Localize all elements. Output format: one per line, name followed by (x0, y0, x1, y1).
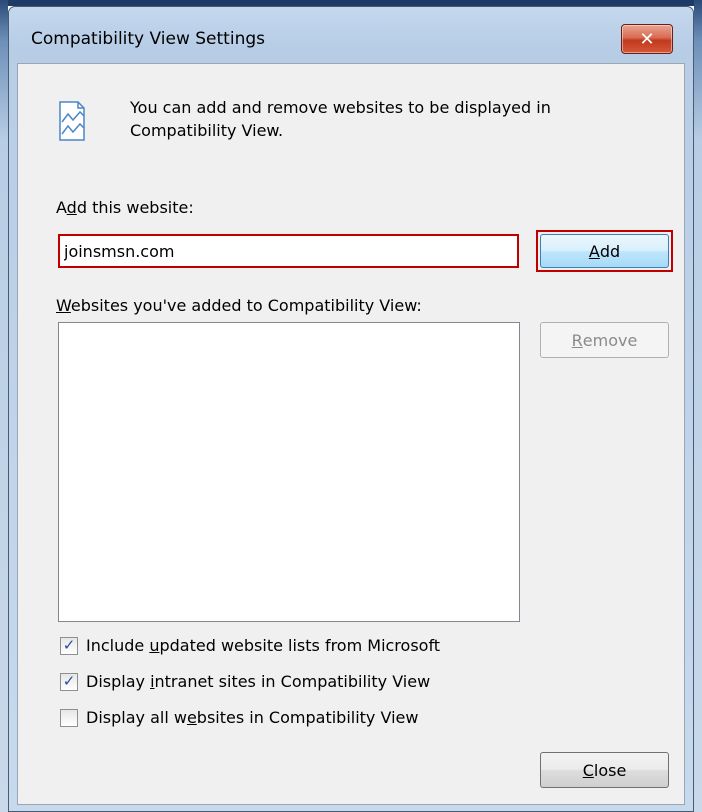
add-button[interactable]: Add (540, 234, 669, 268)
option-label-post: bsites in Compatibility View (196, 708, 419, 727)
option-label: Include updated website lists from Micro… (86, 636, 440, 655)
sites-label-post: ebsites you've added to Compatibility Vi… (70, 296, 422, 315)
option-label: Display intranet sites in Compatibility … (86, 672, 430, 691)
close-window-button[interactable]: ✕ (621, 24, 673, 54)
background-right (694, 0, 702, 812)
option-label-accesskey: e (186, 708, 197, 727)
added-websites-list[interactable] (58, 322, 520, 622)
website-input[interactable] (58, 234, 519, 268)
checkbox-include-updated-lists[interactable]: ✓ (60, 636, 78, 655)
option-label-post: pdated website lists from Microsoft (159, 636, 441, 655)
add-button-rest: dd (599, 241, 621, 261)
option-label-pre: Include (86, 636, 150, 655)
add-label-accesskey: d (66, 198, 77, 217)
document-with-chart-icon (59, 101, 85, 141)
option-label-pre: Display all w (86, 708, 187, 727)
option-display-all-websites[interactable]: Display all websites in Compatibility Vi… (60, 708, 418, 727)
close-icon: ✕ (639, 28, 655, 50)
add-label-post: d this website: (76, 198, 194, 217)
background-left (0, 0, 8, 812)
option-label-accesskey: u (149, 636, 160, 655)
checkbox-display-all-websites[interactable] (60, 708, 78, 727)
close-button-rest: lose (593, 760, 627, 780)
add-button-accesskey: A (588, 241, 600, 261)
sites-label-accesskey: W (56, 296, 71, 315)
option-include-updated-lists[interactable]: ✓ Include updated website lists from Mic… (60, 636, 440, 655)
close-button-accesskey: C (582, 760, 594, 780)
add-website-label: Add this website: (56, 198, 194, 217)
remove-button-accesskey: R (571, 330, 583, 350)
dialog-window: Compatibility View Settings ✕ You can ad… (8, 6, 694, 812)
info-text: You can add and remove websites to be di… (130, 98, 551, 140)
checkbox-display-intranet-sites[interactable]: ✓ (60, 672, 78, 691)
option-label-post: ntranet sites in Compatibility View (154, 672, 431, 691)
remove-button[interactable]: Remove (540, 322, 669, 358)
dialog-title: Compatibility View Settings (31, 29, 265, 49)
option-display-intranet-sites[interactable]: ✓ Display intranet sites in Compatibilit… (60, 672, 430, 691)
added-websites-label: Websites you've added to Compatibility V… (56, 296, 422, 315)
title-bar[interactable]: Compatibility View Settings ✕ (9, 7, 693, 65)
add-label-pre: A (56, 198, 67, 217)
close-button[interactable]: Close (540, 752, 669, 788)
remove-button-rest: emove (582, 330, 638, 350)
option-label-pre: Display (86, 672, 151, 691)
dialog-body: You can add and remove websites to be di… (17, 63, 685, 805)
option-label: Display all websites in Compatibility Vi… (86, 708, 418, 727)
